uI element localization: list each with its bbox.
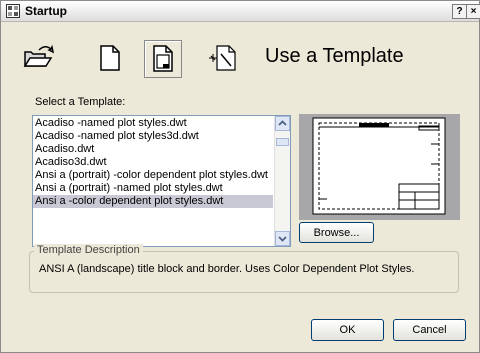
template-listbox[interactable]: Acadiso -named plot styles.dwt Acadiso -… <box>32 115 291 247</box>
setup-wizard-button[interactable] <box>207 40 243 76</box>
template-description-legend: Template Description <box>34 244 143 256</box>
page-heading: Use a Template <box>265 45 404 67</box>
open-drawing-icon <box>23 44 55 67</box>
template-list-item[interactable]: Acadiso -named plot styles3d.dwt <box>33 130 273 143</box>
scroll-thumb[interactable] <box>276 138 289 146</box>
start-from-scratch-icon <box>100 45 120 71</box>
startup-dialog: Startup ? × Use a Template Select a Temp… <box>0 0 480 353</box>
autocad-app-icon <box>6 4 20 18</box>
template-list-item[interactable]: Acadiso -named plot styles.dwt <box>33 117 273 130</box>
browse-button[interactable]: Browse... <box>299 222 374 243</box>
window-title: Startup <box>25 4 67 18</box>
chevron-up-icon <box>278 120 287 126</box>
close-button[interactable]: × <box>466 4 480 19</box>
template-list-item[interactable]: Acadiso.dwt <box>33 143 273 156</box>
open-drawing-button[interactable] <box>21 40 57 76</box>
template-preview-image <box>312 117 446 215</box>
select-template-label: Select a Template: <box>35 96 126 108</box>
use-template-icon <box>153 45 173 72</box>
template-list-item[interactable]: Ansi a (portrait) -named plot styles.dwt <box>33 182 273 195</box>
chevron-down-icon <box>278 236 287 242</box>
start-from-scratch-button[interactable] <box>91 40 127 76</box>
template-list-item-selected[interactable]: Ansi a -color dependent plot styles.dwt <box>33 195 273 208</box>
use-template-button[interactable] <box>144 40 182 78</box>
setup-wizard-icon <box>209 45 236 71</box>
ok-button[interactable]: OK <box>311 319 384 341</box>
help-button[interactable]: ? <box>452 4 467 19</box>
template-list-item[interactable]: Acadiso3d.dwt <box>33 156 273 169</box>
template-description-text: ANSI A (landscape) title block and borde… <box>39 263 415 275</box>
cancel-button[interactable]: Cancel <box>393 319 466 341</box>
scroll-up-button[interactable] <box>275 116 290 131</box>
template-list-scrollbar[interactable] <box>274 116 290 246</box>
template-preview <box>299 114 460 220</box>
scroll-down-button[interactable] <box>275 231 290 246</box>
template-list-item[interactable]: Ansi a (portrait) -color dependent plot … <box>33 169 273 182</box>
title-bar[interactable]: Startup ? × <box>1 1 480 22</box>
